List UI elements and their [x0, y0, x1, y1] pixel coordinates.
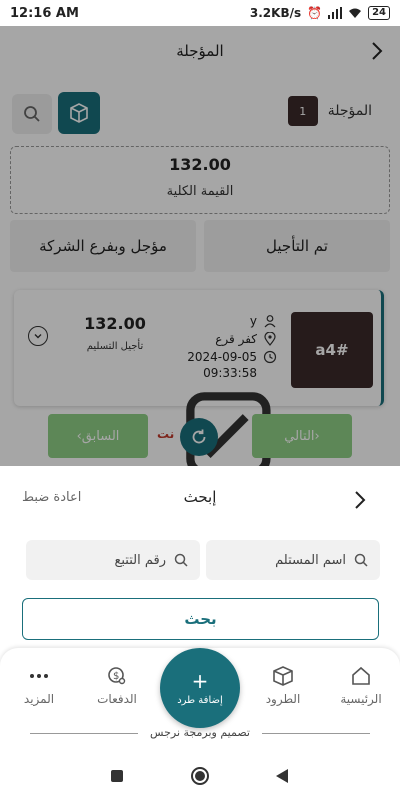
credit-text: تصميم وبرمجة نرجس: [150, 726, 250, 739]
nav-home-label: الرئيسية: [340, 692, 382, 706]
add-parcel-label: إضافة طرد: [177, 694, 223, 706]
network-speed: 3.2KB/s: [249, 6, 302, 20]
tracking-number-placeholder: رقم التتبع: [114, 552, 166, 568]
more-dots-icon: [30, 674, 48, 678]
bottom-nav: الرئيسية الطرود + إضافة طرد $ الدفعات ال…: [0, 648, 400, 766]
tracking-number-field[interactable]: رقم التتبع: [26, 540, 200, 580]
signal-icon: [328, 7, 343, 19]
recipient-name-field[interactable]: اسم المستلم: [206, 540, 380, 580]
payments-search-icon: $: [108, 667, 126, 685]
search-icon: [354, 553, 368, 567]
back-triangle-icon[interactable]: [276, 769, 288, 783]
system-nav-bar: [0, 752, 400, 800]
status-bar: 12:16 AM 3.2KB/s ⏰ 24: [0, 0, 400, 26]
home-circle-icon[interactable]: [191, 767, 209, 785]
battery-icon: 24: [368, 6, 390, 20]
box-icon: [273, 666, 293, 686]
nav-payments[interactable]: $ الدفعات: [84, 664, 150, 706]
home-icon: [352, 666, 370, 685]
nav-more[interactable]: المزيد: [6, 664, 72, 706]
reset-button[interactable]: اعادة ضبط: [22, 490, 81, 505]
add-parcel-button[interactable]: + إضافة طرد: [160, 648, 240, 728]
nav-parcels-label: الطرود: [265, 692, 301, 706]
status-time: 12:16 AM: [10, 5, 79, 21]
recipient-name-placeholder: اسم المستلم: [275, 552, 346, 568]
nav-parcels[interactable]: الطرود: [250, 664, 316, 706]
nav-home[interactable]: الرئيسية: [328, 664, 394, 706]
svg-text:$: $: [113, 671, 119, 682]
wifi-icon: [349, 8, 362, 18]
modal-backdrop[interactable]: [0, 26, 400, 466]
status-icons: 3.2KB/s ⏰ 24: [250, 6, 390, 20]
search-submit-button[interactable]: بحث: [22, 598, 379, 640]
search-icon: [174, 553, 188, 567]
nav-more-label: المزيد: [23, 692, 55, 706]
nav-payments-label: الدفعات: [97, 692, 137, 706]
plus-icon: +: [191, 668, 209, 693]
recent-apps-icon[interactable]: [111, 770, 123, 782]
alarm-icon: ⏰: [307, 6, 323, 20]
